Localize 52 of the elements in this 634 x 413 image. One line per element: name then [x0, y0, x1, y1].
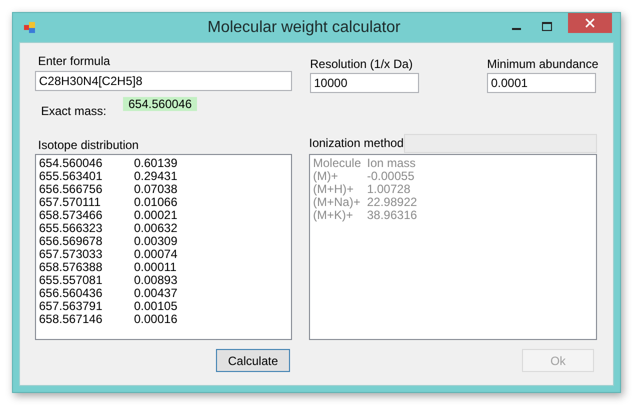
isotope-mass: 654.560046	[39, 157, 104, 170]
minimum-abundance-label: Minimum abundance	[487, 57, 598, 71]
isotope-mass: 655.566323	[39, 222, 104, 235]
isotope-abundance: 0.60139	[134, 157, 178, 170]
resolution-label: Resolution (1/x Da)	[310, 57, 414, 71]
isotope-abundance: 0.00105	[134, 300, 178, 313]
app-icon	[24, 22, 36, 34]
exact-mass-value: 654.560046	[123, 97, 197, 111]
isotope-mass: 655.557081	[39, 274, 104, 287]
ion-mass: -0.00055	[367, 170, 414, 183]
column-header: Ion mass	[367, 157, 416, 170]
isotope-distribution-label: Isotope distribution	[38, 138, 139, 152]
isotope-mass: 658.573466	[39, 209, 104, 222]
isotope-abundance: 0.07038	[134, 183, 178, 196]
formula-label: Enter formula	[38, 54, 112, 68]
ion-mass: 38.96316	[367, 209, 418, 222]
isotope-mass: 657.570111	[39, 196, 102, 209]
isotope-mass: 658.567146	[39, 313, 104, 326]
isotope-abundance: 0.00632	[134, 222, 178, 235]
isotope-abundance: 0.29431	[134, 170, 178, 183]
isotope-mass: 658.576388	[39, 261, 104, 274]
isotope-abundance: 0.00893	[134, 274, 178, 287]
ion-molecule: (M+Na)+	[313, 196, 362, 209]
exact-mass-label: Exact mass:	[41, 104, 106, 117]
resolution-field[interactable]: 10000	[310, 73, 419, 93]
window-title: Molecular weight calculator	[206, 18, 402, 36]
isotope-abundance: 0.00437	[134, 287, 178, 300]
ion-mass: 1.00728	[367, 183, 410, 196]
isotope-mass: 656.569678	[39, 235, 104, 248]
ion-molecule: (M)+	[313, 170, 339, 183]
isotope-abundance: 0.00021	[134, 209, 178, 222]
isotope-mass: 656.566756	[39, 183, 104, 196]
isotope-abundance: 0.00074	[134, 248, 178, 261]
maximize-icon[interactable]	[542, 22, 552, 32]
ion-molecule: (M+H)+	[313, 183, 355, 196]
isotope-abundance: 0.00016	[134, 313, 178, 326]
isotope-abundance: 0.01066	[134, 196, 178, 209]
calculate-button[interactable]: Calculate	[216, 349, 290, 372]
minimum-abundance-field[interactable]: 0.0001	[487, 73, 596, 93]
close-icon	[585, 18, 595, 28]
formula-field[interactable]: C28H30N4[C2H5]8	[35, 71, 292, 91]
ion-molecule: (M+K)+	[313, 209, 354, 222]
isotope-mass: 655.563401	[39, 170, 104, 183]
isotope-mass: 657.573033	[39, 248, 104, 261]
isotope-mass: 657.563791	[39, 300, 104, 313]
ionization-method-label: Ionization method	[309, 136, 404, 150]
close-button[interactable]	[568, 13, 612, 33]
isotope-mass: 656.560436	[39, 287, 104, 300]
column-header: Molecule	[313, 157, 362, 170]
ion-mass: 22.98922	[367, 196, 418, 209]
isotope-abundance: 0.00309	[134, 235, 178, 248]
isotope-abundance: 0.00011	[134, 261, 176, 274]
